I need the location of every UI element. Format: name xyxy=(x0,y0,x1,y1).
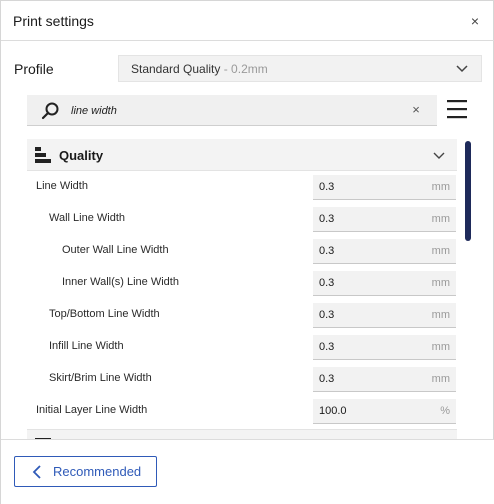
setting-value: 100.0 xyxy=(319,405,347,417)
setting-unit: mm xyxy=(431,309,450,321)
setting-row: Infill Line Width 0.3 mm xyxy=(27,331,457,363)
setting-value: 0.3 xyxy=(319,309,335,321)
clear-search-icon[interactable]: × xyxy=(409,103,423,117)
setting-row: Skirt/Brim Line Width 0.3 mm xyxy=(27,363,457,395)
setting-input[interactable]: 0.3 mm xyxy=(313,271,456,296)
setting-unit: mm xyxy=(431,373,450,385)
profile-selected-suffix: - 0.2mm xyxy=(220,62,268,76)
setting-input[interactable]: 0.3 mm xyxy=(313,207,456,232)
setting-label: Initial Layer Line Width xyxy=(36,404,148,416)
setting-input[interactable]: 0.3 mm xyxy=(313,239,456,264)
profile-label: Profile xyxy=(14,61,54,77)
setting-value: 0.3 xyxy=(319,245,335,257)
close-icon[interactable]: × xyxy=(467,13,483,29)
setting-input[interactable]: 0.3 mm xyxy=(313,175,456,200)
window-title: Print settings xyxy=(13,13,94,29)
setting-input[interactable]: 0.3 mm xyxy=(313,335,456,360)
profile-dropdown[interactable]: Standard Quality - 0.2mm xyxy=(118,55,482,82)
chevron-down-icon xyxy=(433,152,445,159)
setting-input[interactable]: 100.0% xyxy=(313,399,456,424)
category-header-walls[interactable] xyxy=(27,429,457,439)
setting-value: 0.3 xyxy=(319,277,335,289)
category-header-quality[interactable]: Quality xyxy=(27,139,457,171)
setting-input[interactable]: 0.3 mm xyxy=(313,367,456,392)
search-icon xyxy=(41,102,59,120)
setting-row: Line Width 0.3 mm xyxy=(27,171,457,203)
setting-unit: mm xyxy=(431,277,450,289)
recommended-button[interactable]: Recommended xyxy=(14,456,157,487)
recommended-label: Recommended xyxy=(53,464,142,479)
print-settings-window: Print settings × Profile Standard Qualit… xyxy=(0,0,494,504)
setting-row: Top/Bottom Line Width 0.3 mm xyxy=(27,299,457,331)
search-bar: × xyxy=(27,95,437,126)
scrollbar[interactable] xyxy=(465,141,471,241)
setting-value: 0.3 xyxy=(319,181,335,193)
setting-label: Skirt/Brim Line Width xyxy=(49,372,152,384)
setting-row: Outer Wall Line Width 0.3 mm xyxy=(27,235,457,267)
setting-label: Outer Wall Line Width xyxy=(62,244,169,256)
setting-label: Inner Wall(s) Line Width xyxy=(62,276,179,288)
title-bar: Print settings × xyxy=(1,1,494,41)
setting-unit: mm xyxy=(431,245,450,257)
setting-unit: % xyxy=(440,405,450,417)
footer: Recommended ··· xyxy=(1,439,494,504)
setting-label: Wall Line Width xyxy=(49,212,126,224)
profile-selected-value: Standard Quality - 0.2mm xyxy=(131,62,268,76)
setting-input[interactable]: 0.3 mm xyxy=(313,303,456,328)
setting-row: Wall Line Width 0.3 mm xyxy=(27,203,457,235)
category-title: Quality xyxy=(59,148,104,163)
chevron-left-icon xyxy=(32,465,41,479)
setting-label: Top/Bottom Line Width xyxy=(49,308,160,320)
setting-value: 0.3 xyxy=(319,373,335,385)
quality-layers-icon xyxy=(35,147,51,163)
setting-row: Initial Layer Line Width 100.0% xyxy=(27,395,457,427)
setting-unit: mm xyxy=(431,213,450,225)
setting-label: Line Width xyxy=(36,180,88,192)
setting-unit: mm xyxy=(431,341,450,353)
setting-value: 0.3 xyxy=(319,213,335,225)
search-input[interactable] xyxy=(71,102,391,120)
setting-row: Inner Wall(s) Line Width 0.3 mm xyxy=(27,267,457,299)
settings-panel: Quality Line Width 0.3 mm Wall Line Width 0.… xyxy=(27,139,457,439)
profile-selected-name: Standard Quality xyxy=(131,62,221,76)
resize-grip[interactable]: ··· xyxy=(241,500,254,504)
setting-value: 0.3 xyxy=(319,341,335,353)
hamburger-menu-icon[interactable] xyxy=(447,99,467,119)
setting-unit: mm xyxy=(431,181,450,193)
chevron-down-icon xyxy=(456,65,468,73)
setting-label: Infill Line Width xyxy=(49,340,124,352)
